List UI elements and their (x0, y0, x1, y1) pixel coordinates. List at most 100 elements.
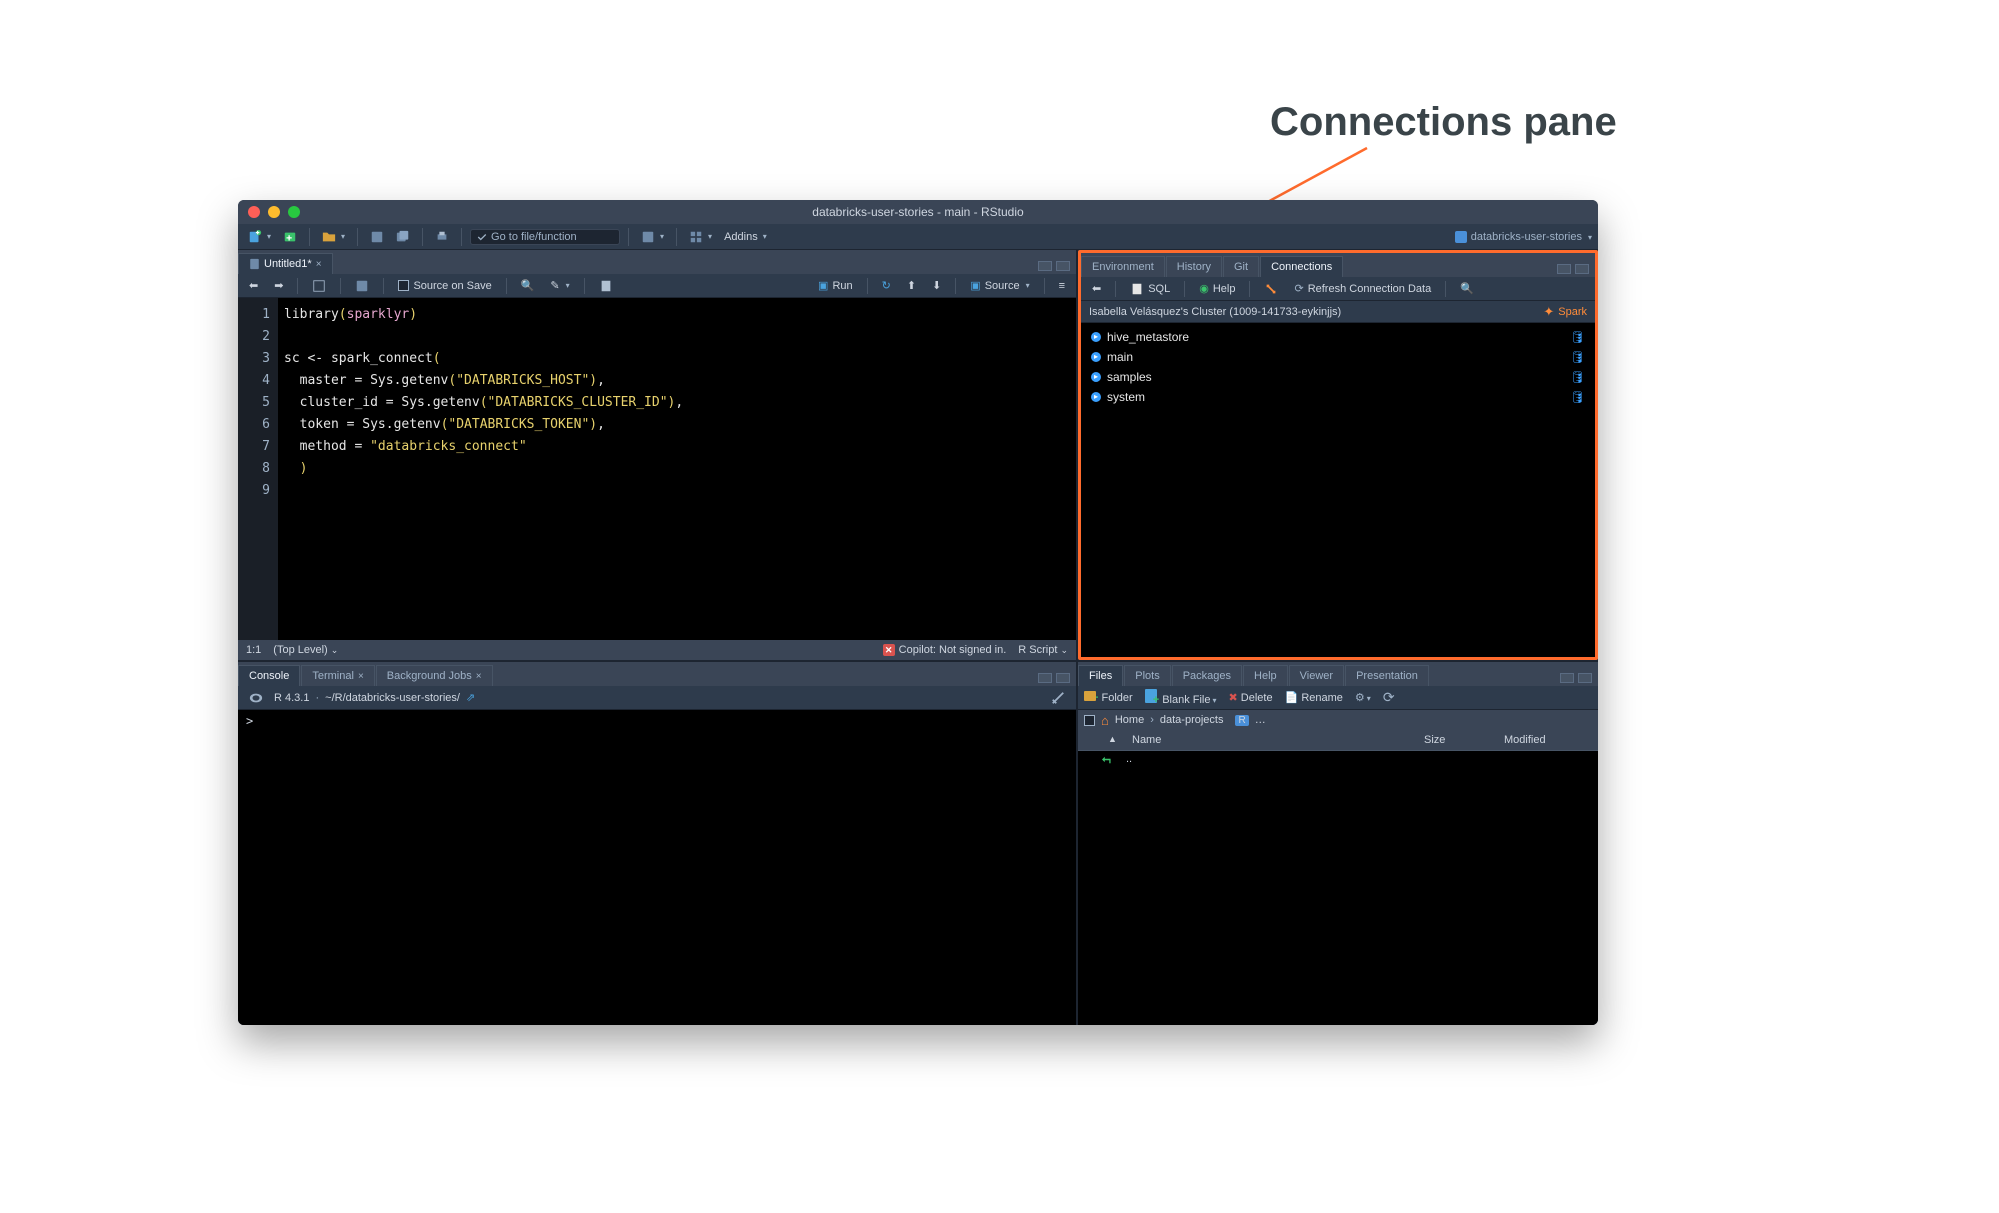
delete-file-button[interactable]: ✖ Delete (1229, 691, 1273, 704)
close-tab-icon[interactable]: × (316, 259, 322, 270)
source-tab-untitled[interactable]: Untitled1* × (238, 253, 333, 274)
source-up-button[interactable]: ⬆ (902, 278, 921, 293)
console-output[interactable]: > (238, 710, 1076, 1025)
files-refresh-button[interactable] (1383, 689, 1395, 706)
conn-back-button[interactable]: ⬅ (1087, 281, 1106, 296)
nav-back-button[interactable]: ⬅ (244, 278, 263, 293)
code-line[interactable]: sc <- spark_connect( (278, 348, 1076, 370)
outline-button[interactable]: ≡ (1054, 279, 1070, 293)
source-tabs: Untitled1* × (238, 250, 1076, 274)
new-project-button[interactable] (279, 229, 301, 245)
source-on-save-checkbox[interactable]: Source on Save (393, 279, 496, 293)
tab-git[interactable]: Git (1223, 256, 1259, 277)
run-button[interactable]: ▣ Run (813, 278, 858, 293)
pane-minimize-icon[interactable] (1560, 673, 1574, 683)
show-in-pane-button[interactable] (307, 278, 331, 294)
grid-button[interactable] (685, 229, 716, 245)
addins-menu[interactable]: Addins (720, 230, 771, 244)
pane-maximize-icon[interactable] (1578, 673, 1592, 683)
connection-header: Isabella Velásquez's Cluster (1009-14173… (1081, 301, 1595, 323)
files-ellipsis-button[interactable]: … (1255, 714, 1266, 726)
clear-console-button[interactable] (1046, 690, 1070, 706)
tab-history[interactable]: History (1166, 256, 1222, 277)
tab-terminal[interactable]: Terminal × (301, 665, 374, 686)
tab-environment[interactable]: Environment (1081, 256, 1165, 277)
expand-icon[interactable]: ▸ (1091, 332, 1101, 342)
lang-label[interactable]: R Script ⌄ (1018, 644, 1068, 656)
tab-console[interactable]: Console (238, 665, 300, 686)
copilot-status[interactable]: ✕ Copilot: Not signed in. (883, 644, 1007, 656)
tab-plots[interactable]: Plots (1124, 665, 1170, 686)
pane-minimize-icon[interactable] (1038, 261, 1052, 271)
connection-list[interactable]: ▸hive_metastore🛢▸main🛢▸samples🛢▸system🛢 (1081, 323, 1595, 657)
expand-icon[interactable]: ▸ (1091, 372, 1101, 382)
files-table-header: ▲ Name Size Modified (1078, 730, 1598, 751)
tab-presentation[interactable]: Presentation (1345, 665, 1429, 686)
conn-help-button[interactable]: ◉ Help (1194, 281, 1240, 296)
code-line[interactable]: master = Sys.getenv("DATABRICKS_HOST"), (278, 370, 1076, 392)
connection-item[interactable]: ▸samples🛢 (1081, 367, 1595, 387)
goto-file-input[interactable]: Go to file/function (470, 229, 620, 245)
connection-item[interactable]: ▸system🛢 (1081, 387, 1595, 407)
rename-button[interactable]: 📄 Rename (1285, 691, 1343, 704)
conn-search-button[interactable]: 🔍 (1455, 281, 1479, 296)
project-menu[interactable]: databricks-user-stories (1455, 231, 1592, 243)
project-cube-icon[interactable]: R (1235, 715, 1248, 726)
cwd-popout-icon[interactable]: ⇗ (466, 691, 475, 704)
expand-icon[interactable]: ▸ (1091, 392, 1101, 402)
tab-bgjobs[interactable]: Background Jobs × (376, 665, 493, 686)
breadcrumb-home[interactable]: Home (1115, 714, 1144, 726)
code-line[interactable] (278, 480, 1076, 502)
home-icon[interactable] (1101, 713, 1109, 728)
connection-item[interactable]: ▸hive_metastore🛢 (1081, 327, 1595, 347)
tab-connections[interactable]: Connections (1260, 256, 1343, 277)
new-file-button[interactable] (244, 229, 275, 245)
conn-refresh-button[interactable]: ⟳ Refresh Connection Data (1289, 281, 1436, 296)
pane-minimize-icon[interactable] (1557, 264, 1571, 274)
conn-disconnect-button[interactable] (1259, 281, 1283, 297)
files-more-menu[interactable] (1355, 691, 1371, 704)
source-menu[interactable]: ▣ Source (965, 278, 1034, 293)
tab-files[interactable]: Files (1078, 665, 1123, 686)
tab-viewer[interactable]: Viewer (1289, 665, 1344, 686)
tools-button[interactable] (637, 229, 668, 245)
wand-button[interactable]: ✎ (545, 278, 574, 293)
code-line[interactable]: method = "databricks_connect" (278, 436, 1076, 458)
new-folder-button[interactable]: + Folder (1084, 691, 1133, 704)
compile-report-button[interactable] (594, 278, 618, 294)
nav-fwd-button[interactable]: ➡ (269, 278, 288, 293)
code-line[interactable]: token = Sys.getenv("DATABRICKS_TOKEN"), (278, 414, 1076, 436)
col-name[interactable]: Name (1126, 732, 1418, 748)
select-all-checkbox[interactable] (1084, 715, 1095, 726)
open-file-button[interactable] (318, 229, 349, 245)
code-line[interactable]: library(sparklyr) (278, 304, 1076, 326)
col-modified[interactable]: Modified (1498, 732, 1598, 748)
scope-label[interactable]: (Top Level) ⌄ (273, 644, 338, 656)
save-file-button[interactable] (350, 278, 374, 294)
new-blank-file-button[interactable]: + Blank File (1145, 689, 1217, 706)
pane-maximize-icon[interactable] (1575, 264, 1589, 274)
connection-item[interactable]: ▸main🛢 (1081, 347, 1595, 367)
find-button[interactable]: 🔍 (516, 278, 540, 293)
source-down-button[interactable]: ⬇ (927, 278, 946, 293)
tab-packages[interactable]: Packages (1172, 665, 1242, 686)
pane-minimize-icon[interactable] (1038, 673, 1052, 683)
rerun-button[interactable]: ↻ (877, 278, 896, 293)
code-line[interactable]: cluster_id = Sys.getenv("DATABRICKS_CLUS… (278, 392, 1076, 414)
print-button[interactable] (431, 229, 453, 245)
save-button[interactable] (366, 229, 388, 245)
pane-maximize-icon[interactable] (1056, 261, 1070, 271)
code-line[interactable]: ) (278, 458, 1076, 480)
editor[interactable]: 123456789 library(sparklyr) sc <- spark_… (238, 298, 1076, 640)
save-all-button[interactable] (392, 229, 414, 245)
window-title: databricks-user-stories - main - RStudio (238, 205, 1598, 219)
file-row[interactable]: ⮢.. (1078, 751, 1598, 768)
code-line[interactable] (278, 326, 1076, 348)
conn-sql-button[interactable]: SQL (1125, 281, 1175, 297)
breadcrumb-folder[interactable]: data-projects (1160, 714, 1224, 726)
tab-help[interactable]: Help (1243, 665, 1288, 686)
editor-code[interactable]: library(sparklyr) sc <- spark_connect( m… (278, 298, 1076, 640)
col-size[interactable]: Size (1418, 732, 1498, 748)
expand-icon[interactable]: ▸ (1091, 352, 1101, 362)
pane-maximize-icon[interactable] (1056, 673, 1070, 683)
